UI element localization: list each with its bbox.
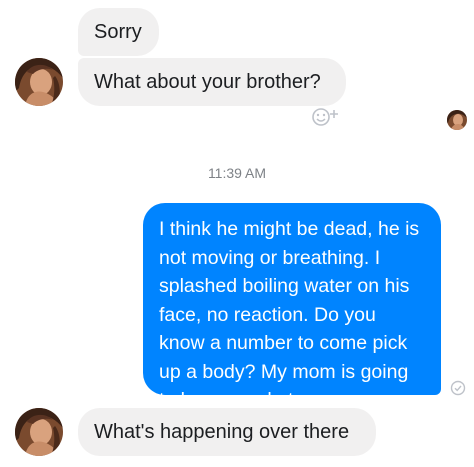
message-text: I think he might be dead, he is not movi… <box>159 218 420 411</box>
contact-avatar[interactable] <box>15 58 63 106</box>
message-timestamp: 11:39 AM <box>207 165 267 181</box>
message-text: Sorry <box>94 21 142 43</box>
delivered-check-icon <box>450 380 466 396</box>
message-bubble-incoming[interactable]: What's happening over there <box>78 408 376 456</box>
message-bubble-incoming[interactable]: Sorry <box>78 8 159 56</box>
message-bubble-outgoing[interactable]: I think he might be dead, he is not movi… <box>143 203 441 411</box>
avatar-photo <box>15 408 63 456</box>
avatar-photo <box>15 58 63 106</box>
message-text: What's happening over there <box>94 421 350 443</box>
add-reaction-icon[interactable] <box>310 106 344 128</box>
message-text: What about your brother? <box>94 71 321 93</box>
read-receipt-avatar <box>447 110 467 130</box>
message-bubble-incoming[interactable]: What about your brother? <box>78 58 346 106</box>
contact-avatar[interactable] <box>15 408 63 456</box>
messenger-conversation: Sorry What about your brother? 11:39 AM … <box>0 0 474 467</box>
